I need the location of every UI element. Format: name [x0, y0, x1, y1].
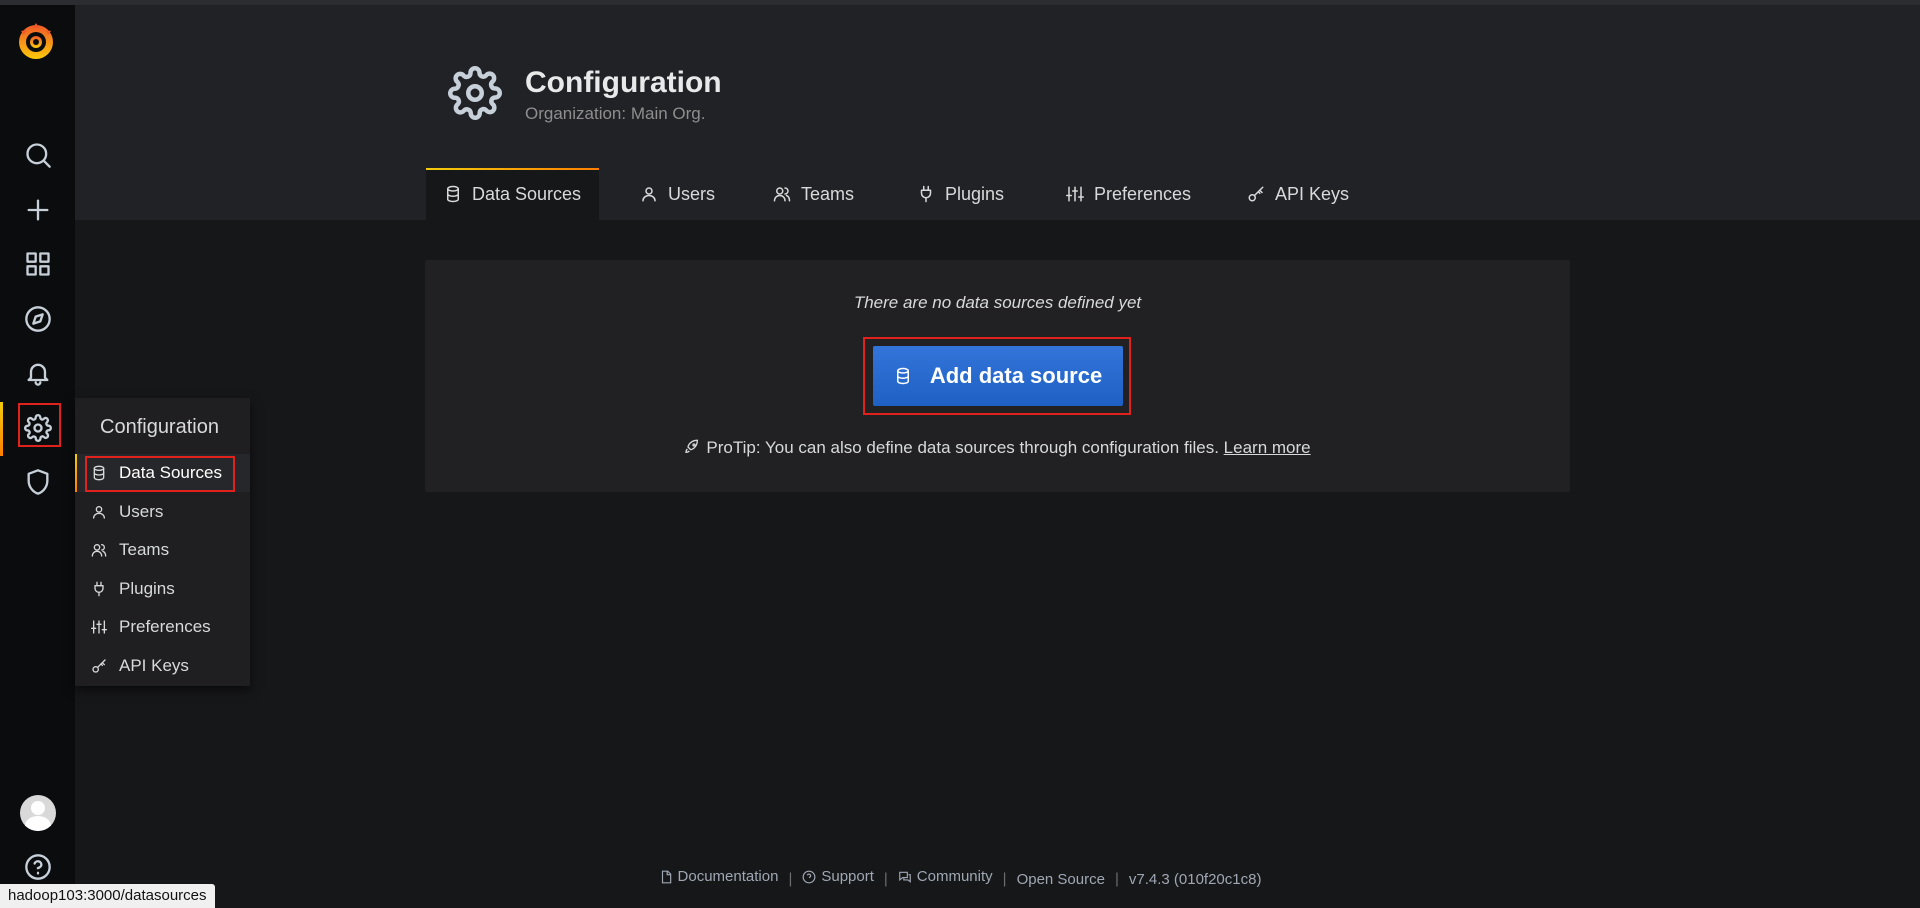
sidebar-item-create[interactable] — [0, 185, 75, 235]
plug-icon — [94, 581, 104, 597]
database-icon — [896, 367, 909, 385]
flyout-item-data-sources[interactable]: Data Sources — [75, 454, 250, 492]
document-icon — [661, 870, 671, 883]
protip-text: ProTip: You can also define data sources… — [706, 438, 1219, 457]
flyout-item-teams[interactable]: Teams — [75, 531, 250, 569]
footer-community-link[interactable]: Community — [898, 868, 993, 885]
footer-support-label: Support — [821, 868, 874, 885]
flyout-item-label: Users — [119, 502, 164, 521]
flyout-item-label: Plugins — [119, 579, 175, 598]
footer-separator: | — [1114, 870, 1119, 888]
database-icon — [447, 185, 459, 203]
sidebar — [0, 5, 75, 908]
key-icon — [92, 659, 106, 673]
tab-label: API Keys — [1275, 183, 1350, 204]
compass-icon — [24, 306, 51, 332]
footer-community-label: Community — [916, 868, 993, 885]
tab-label: Preferences — [1094, 183, 1192, 204]
flyout-item-api-keys[interactable]: API Keys — [75, 647, 250, 685]
empty-state-message: There are no data sources defined yet — [853, 293, 1142, 312]
sidebar-item-dashboards[interactable] — [0, 239, 75, 289]
flyout-item-users[interactable]: Users — [75, 493, 250, 531]
configuration-flyout-menu: Configuration Data Sources Users Teams P… — [75, 398, 250, 686]
tab-plugins[interactable]: Plugins — [917, 168, 1004, 220]
gear-icon — [23, 414, 52, 442]
footer-version-label: v7.4.3 (010f20c1c8) — [1128, 870, 1262, 888]
shield-icon — [27, 469, 48, 495]
rocket-icon — [685, 439, 699, 454]
footer-separator: | — [883, 870, 888, 888]
tab-label: Plugins — [945, 183, 1005, 204]
footer-support-link[interactable]: Support — [802, 868, 874, 885]
flyout-item-plugins[interactable]: Plugins — [75, 570, 250, 608]
sliders-icon — [91, 620, 107, 634]
flyout-item-label: Preferences — [119, 617, 211, 636]
gear-icon — [448, 66, 502, 120]
tab-label: Data Sources — [472, 183, 582, 204]
avatar[interactable] — [20, 795, 56, 831]
flyout-item-label: Teams — [119, 540, 170, 559]
tab-preferences[interactable]: Preferences — [1066, 168, 1191, 220]
question-circle-icon — [802, 870, 816, 883]
user-icon — [642, 187, 656, 202]
tab-data-sources[interactable]: Data Sources — [426, 168, 600, 220]
tab-users[interactable]: Users — [640, 168, 715, 220]
footer-version: v7.4.3 (010f20c1c8) — [1129, 871, 1262, 888]
sidebar-item-server-admin[interactable] — [0, 457, 75, 507]
add-data-source-button[interactable]: Add data source — [873, 346, 1123, 406]
tab-label: Teams — [801, 183, 855, 204]
users-icon — [773, 187, 791, 202]
sidebar-item-explore[interactable] — [0, 294, 75, 344]
apps-icon — [25, 252, 50, 276]
learn-more-link[interactable]: Learn more — [1224, 438, 1311, 457]
plug-icon — [920, 185, 932, 203]
tab-api-keys[interactable]: API Keys — [1247, 168, 1349, 220]
sidebar-item-search[interactable] — [0, 130, 75, 180]
flyout-item-label: Data Sources — [119, 463, 222, 482]
protip: ProTip: You can also define data sources… — [425, 438, 1570, 458]
database-icon — [93, 465, 105, 481]
users-icon — [91, 544, 107, 557]
key-icon — [1248, 186, 1264, 202]
footer: Documentation | Support | Community | Op… — [0, 868, 1920, 888]
footer-documentation-link[interactable]: Documentation — [659, 868, 779, 885]
tab-label: Users — [668, 183, 716, 204]
tab-teams[interactable]: Teams — [773, 168, 854, 220]
flyout-item-preferences[interactable]: Preferences — [75, 608, 250, 646]
search-icon — [25, 143, 51, 168]
empty-state-panel: There are no data sources defined yet Ad… — [425, 260, 1570, 492]
flyout-title[interactable]: Configuration — [100, 416, 219, 439]
page-title: Configuration — [525, 66, 722, 99]
comments-icon — [898, 871, 911, 883]
user-icon — [93, 506, 105, 519]
grafana-logo-icon[interactable] — [14, 19, 58, 63]
plus-icon — [27, 199, 48, 221]
sidebar-item-configuration[interactable] — [0, 403, 75, 453]
footer-documentation-label: Documentation — [677, 868, 779, 885]
sidebar-item-alerting[interactable] — [0, 348, 75, 398]
footer-separator: | — [788, 870, 793, 888]
sliders-icon — [1066, 186, 1084, 202]
browser-status-bar-url: hadoop103:3000/datasources — [0, 884, 215, 908]
flyout-item-label: API Keys — [119, 656, 189, 675]
footer-open-source-link[interactable]: Open Source — [1017, 871, 1105, 888]
footer-separator: | — [1002, 870, 1007, 888]
page-subtitle: Organization: Main Org. — [525, 104, 706, 123]
bell-icon — [27, 363, 48, 386]
footer-open-source-label: Open Source — [1016, 870, 1105, 888]
add-data-source-label: Add data source — [929, 363, 1103, 388]
